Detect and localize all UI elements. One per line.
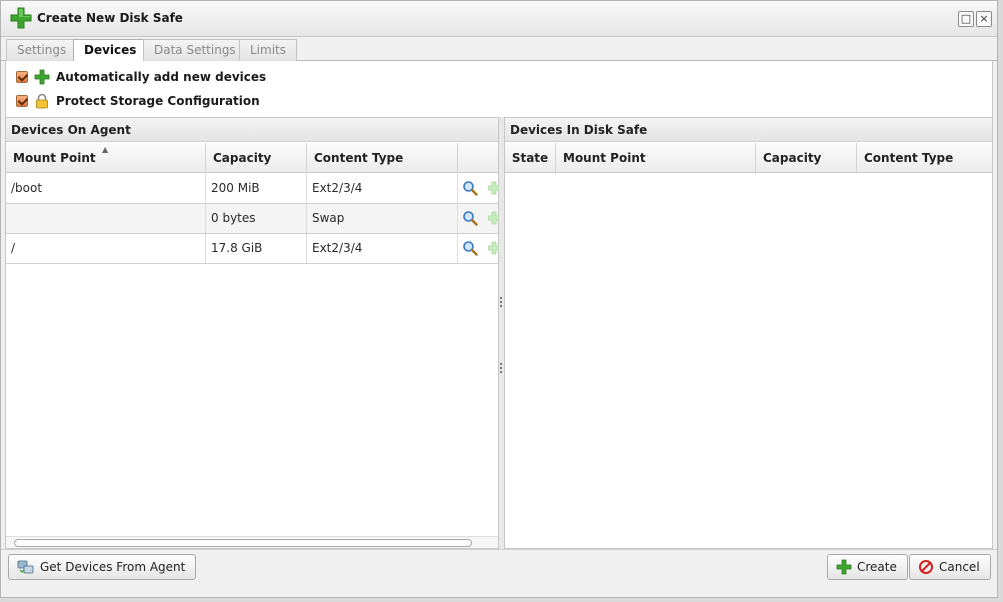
auto-add-devices-option[interactable]: Automatically add new devices: [16, 68, 266, 86]
column-mount-point[interactable]: Mount Point: [556, 143, 756, 173]
title-bar[interactable]: Create New Disk Safe □ ×: [1, 1, 997, 37]
protect-storage-checkbox[interactable]: [16, 95, 28, 107]
protect-storage-option[interactable]: Protect Storage Configuration: [16, 92, 260, 110]
sort-ascending-icon: ▲: [102, 145, 109, 154]
create-disk-safe-dialog: Create New Disk Safe □ × Settings Device…: [0, 0, 998, 598]
maximize-button[interactable]: □: [958, 11, 974, 27]
device-options: Automatically add new devices Protect St…: [5, 61, 993, 117]
close-button[interactable]: ×: [976, 11, 992, 27]
auto-add-devices-checkbox[interactable]: [16, 71, 28, 83]
column-content-type[interactable]: Content Type: [307, 143, 458, 173]
table-row[interactable]: 0 bytes Swap: [6, 204, 500, 234]
magnifier-icon[interactable]: [462, 180, 478, 196]
splitter-grip: [500, 297, 502, 307]
content-type-cell: Ext2/3/4: [307, 174, 458, 203]
maximize-icon: □: [960, 12, 972, 25]
table-row[interactable]: /boot 200 MiB Ext2/3/4: [6, 174, 500, 204]
tab-limits[interactable]: Limits: [239, 39, 297, 61]
column-capacity[interactable]: Capacity: [756, 143, 857, 173]
close-icon: ×: [979, 12, 989, 25]
mount-point-cell: /: [6, 234, 206, 263]
column-state[interactable]: State: [505, 143, 556, 173]
plus-icon: [34, 69, 50, 85]
column-content-type[interactable]: Content Type: [857, 143, 992, 173]
plus-icon: [10, 7, 32, 29]
cancel-button[interactable]: Cancel: [909, 554, 991, 580]
tab-devices[interactable]: Devices: [73, 39, 148, 62]
capacity-cell: 17.8 GiB: [206, 234, 307, 263]
lock-icon: [36, 93, 48, 109]
auto-add-devices-label: Automatically add new devices: [56, 70, 267, 84]
column-capacity[interactable]: Capacity: [206, 143, 307, 173]
capacity-cell: 200 MiB: [206, 174, 307, 203]
cancel-icon: [919, 560, 933, 574]
plus-icon: [836, 559, 852, 575]
mount-point-cell: [6, 204, 206, 233]
column-mount-point-label: Mount Point: [13, 151, 96, 165]
horizontal-scrollbar[interactable]: [6, 536, 498, 548]
devices-on-agent-panel: Devices On Agent Mount Point ▲ Capacity …: [5, 117, 500, 549]
column-mount-point[interactable]: Mount Point ▲: [6, 143, 206, 173]
get-devices-from-agent-button[interactable]: Get Devices From Agent: [8, 554, 197, 580]
capacity-cell: 0 bytes: [206, 204, 307, 233]
devices-on-agent-header: Mount Point ▲ Capacity Content Type: [6, 143, 498, 173]
magnifier-icon[interactable]: [462, 210, 478, 226]
scrollbar-thumb[interactable]: [14, 539, 472, 547]
content-type-cell: Ext2/3/4: [307, 234, 458, 263]
devices-on-agent-title: Devices On Agent: [6, 118, 498, 142]
tab-data-settings[interactable]: Data Settings: [143, 39, 247, 61]
splitter-grip: [500, 363, 502, 373]
content-type-cell: Swap: [307, 204, 458, 233]
create-button[interactable]: Create: [827, 554, 908, 580]
magnifier-icon[interactable]: [462, 240, 478, 256]
devices-in-disk-safe-title: Devices In Disk Safe: [505, 118, 992, 142]
tab-bar: Settings Devices Data Settings Limits: [1, 37, 997, 62]
column-actions: [458, 143, 500, 173]
mount-point-cell: /boot: [6, 174, 206, 203]
get-devices-from-agent-label: Get Devices From Agent: [40, 560, 186, 574]
window-title: Create New Disk Safe: [37, 11, 183, 25]
tab-settings[interactable]: Settings: [6, 39, 78, 61]
cancel-label: Cancel: [939, 560, 980, 574]
protect-storage-label: Protect Storage Configuration: [56, 94, 260, 108]
dialog-footer: Get Devices From Agent Create Cancel: [1, 549, 997, 597]
devices-in-disk-safe-panel: Devices In Disk Safe State Mount Point C…: [504, 117, 993, 549]
table-row[interactable]: / 17.8 GiB Ext2/3/4: [6, 234, 500, 264]
create-label: Create: [857, 560, 897, 574]
agent-devices-icon: [17, 560, 34, 574]
devices-in-disk-safe-header: State Mount Point Capacity Content Type: [505, 143, 992, 173]
